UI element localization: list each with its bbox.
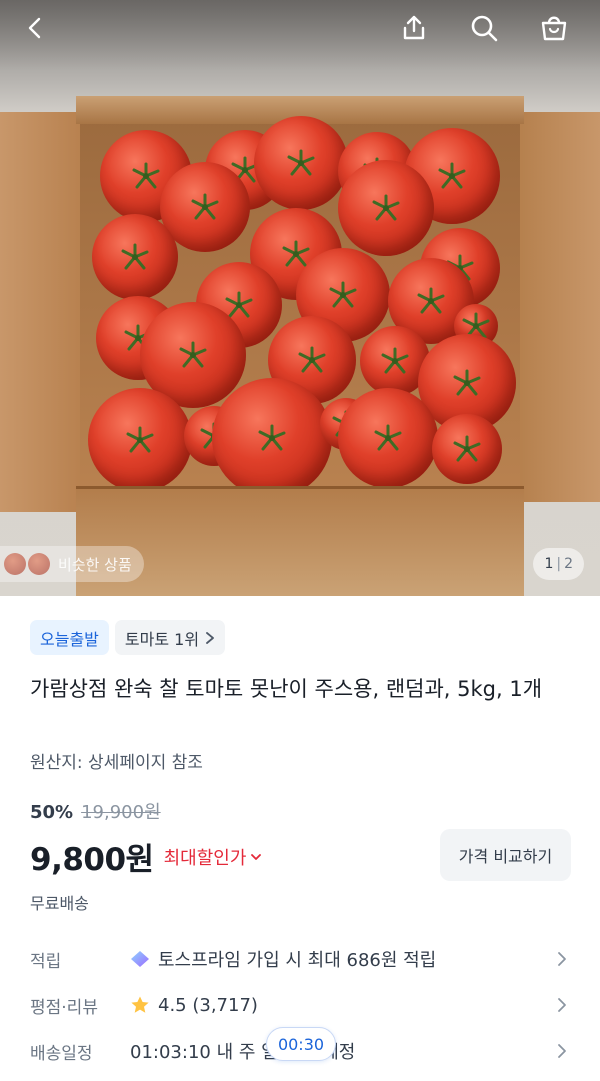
cart-button[interactable]	[534, 8, 574, 48]
delivery-label: 배송일정	[30, 1043, 93, 1064]
max-discount-label: 최대할인가	[163, 847, 247, 869]
product-origin: 원산지: 상세페이지 참조	[30, 753, 203, 773]
search-icon	[471, 15, 498, 42]
prime-gem-icon	[131, 951, 149, 967]
rating-row[interactable]: 평점·리뷰 4.5 (3,717)	[30, 989, 570, 1021]
chevron-right-icon	[558, 952, 566, 966]
chevron-down-icon	[251, 853, 262, 860]
points-label: 적립	[30, 951, 62, 972]
chevron-right-icon	[558, 998, 566, 1012]
timer-chip: 00:30	[266, 1027, 336, 1061]
box-flap-right	[518, 112, 600, 502]
tomato	[338, 388, 438, 488]
tomato	[338, 160, 434, 256]
share-button[interactable]	[394, 8, 434, 48]
original-price: 19,900원	[81, 802, 161, 823]
search-button[interactable]	[464, 8, 504, 48]
similar-thumb	[28, 553, 50, 575]
discount-percent: 50%	[30, 802, 74, 823]
box-flap-left	[0, 112, 82, 512]
similar-thumb	[4, 553, 26, 575]
price-row: 9,800원 최대할인가	[30, 834, 262, 879]
gallery-current-page: 1	[544, 556, 554, 572]
today-shipping-badge: 오늘출발	[30, 620, 109, 655]
gallery-page-separator: |	[556, 556, 562, 572]
category-rank-label: 토마토 1위	[124, 629, 200, 649]
chevron-right-icon	[206, 631, 214, 644]
chevron-right-icon	[558, 1044, 566, 1058]
discount-row: 50% 19,900원	[30, 798, 161, 824]
rating-label: 평점·리뷰	[30, 997, 98, 1018]
box-edge	[76, 486, 524, 489]
product-image-gallery[interactable]: 비슷한 상품 1 | 2	[0, 0, 600, 596]
back-button[interactable]	[16, 8, 56, 48]
star-icon	[131, 996, 149, 1013]
sale-price: 9,800원	[30, 842, 154, 878]
points-value-text: 토스프라임 가입 시 최대 686원 적립	[158, 950, 437, 971]
box-flap-front	[76, 486, 524, 596]
compare-price-button[interactable]: 가격 비교하기	[440, 829, 571, 881]
similar-products-label: 비슷한 상품	[58, 555, 132, 574]
points-value: 토스프라임 가입 시 최대 686원 적립	[130, 946, 554, 972]
similar-product-thumbnails	[4, 553, 50, 575]
similar-products-button[interactable]: 비슷한 상품	[0, 546, 144, 582]
tomato	[92, 214, 178, 300]
tomato	[212, 378, 332, 498]
product-badges: 오늘출발 토마토 1위	[30, 620, 226, 655]
gallery-page-indicator: 1 | 2	[533, 548, 584, 580]
cart-bag-icon	[541, 16, 567, 41]
rating-value: 4.5 (3,717)	[130, 995, 554, 1016]
category-rank-badge[interactable]: 토마토 1위	[114, 620, 226, 655]
top-shade	[0, 0, 600, 70]
back-arrow-icon	[28, 17, 41, 39]
points-row[interactable]: 적립 토스프라임 가입 시 최대 686원 적립	[30, 943, 570, 975]
tomato	[254, 116, 348, 210]
tomato	[88, 388, 192, 492]
delivery-value: 01:03:10 내 주 일 도착 예정	[130, 1038, 554, 1064]
gallery-total-pages: 2	[564, 556, 573, 572]
share-icon	[403, 15, 425, 40]
max-discount-toggle[interactable]: 최대할인가	[164, 844, 263, 870]
tomato	[432, 414, 502, 484]
shipping-info: 무료배송	[30, 894, 89, 913]
rating-value-text: 4.5 (3,717)	[158, 994, 258, 1016]
product-title: 가람상점 완숙 찰 토마토 못난이 주스용, 랜덤과, 5kg, 1개	[30, 677, 543, 701]
